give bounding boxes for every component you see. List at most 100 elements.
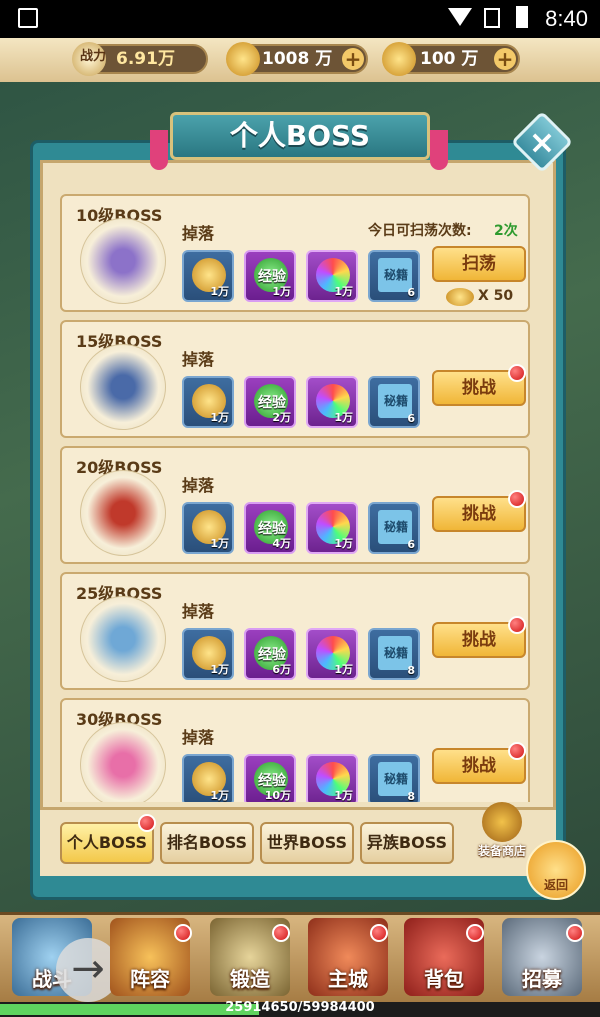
back-button[interactable]: 返回	[526, 840, 586, 900]
boss-row: 15级BOSS 掉落 1万 经验 2万 1万 秘籍 6 挑战	[60, 320, 530, 438]
notification-dot	[272, 924, 290, 942]
nav-lineup-label: 阵容	[130, 967, 170, 991]
battery-icon	[516, 6, 528, 28]
nav-recruit-label: 招募	[522, 967, 562, 991]
boss-row: 10级BOSS 掉落 今日可扫荡次数: 2次 1万 经验 1万 1万 秘籍 6 扫荡…	[60, 194, 530, 312]
image-notification-icon	[18, 8, 38, 28]
ingot-value: 100 万	[420, 49, 479, 69]
drop-label: 掉落	[182, 602, 215, 621]
boss-portrait	[80, 344, 166, 430]
notification-dot	[508, 364, 526, 382]
exp-reward[interactable]: 经验 6万	[244, 628, 296, 680]
book-label: 秘籍	[383, 520, 408, 534]
drop-label: 掉落	[182, 728, 215, 747]
book-reward[interactable]: 秘籍 8	[368, 754, 420, 802]
book-label: 秘籍	[383, 646, 408, 660]
coin-reward[interactable]: 1万	[182, 502, 234, 554]
notification-dot	[508, 490, 526, 508]
nav-main-city-label: 主城	[328, 967, 368, 991]
reward-count: 8	[407, 790, 415, 802]
reward-count: 1万	[334, 411, 353, 424]
exp-progress-text: 25914650/59984400	[225, 1000, 375, 1015]
exp-reward[interactable]: 经验 10万	[244, 754, 296, 802]
reward-count: 2万	[272, 411, 291, 424]
gold-value: 1008 万	[262, 49, 333, 69]
power-value: 6.91万	[116, 49, 175, 69]
gold-ingot-icon	[226, 42, 260, 76]
exp-reward[interactable]: 经验 1万	[244, 250, 296, 302]
close-icon: ×	[528, 123, 556, 161]
reward-count: 4万	[272, 537, 291, 550]
reward-count: 6	[407, 412, 415, 425]
add-ingot-button[interactable]: +	[494, 48, 516, 70]
add-gold-button[interactable]: +	[342, 48, 364, 70]
tab-ranking-boss[interactable]: 排名BOSS	[160, 822, 254, 864]
boss-row: 30级BOSS 掉落 1万 经验 10万 1万 秘籍 8 挑战	[60, 698, 530, 802]
reward-count: 1万	[334, 663, 353, 676]
book-reward[interactable]: 秘籍 8	[368, 628, 420, 680]
reward-count: 1万	[210, 663, 229, 676]
reward-count: 1万	[210, 537, 229, 550]
tab-world-boss[interactable]: 世界BOSS	[260, 822, 354, 864]
scan-count-label: 今日可扫荡次数:	[368, 223, 472, 239]
back-label: 返回	[543, 878, 568, 892]
coin-reward[interactable]: 1万	[182, 250, 234, 302]
gem-reward[interactable]: 1万	[306, 250, 358, 302]
reward-count: 1万	[210, 411, 229, 424]
book-reward[interactable]: 秘籍 6	[368, 502, 420, 554]
notification-dot	[466, 924, 484, 942]
book-label: 秘籍	[383, 268, 408, 282]
book-reward[interactable]: 秘籍 6	[368, 376, 420, 428]
gem-reward[interactable]: 1万	[306, 502, 358, 554]
scan-count-value: 2次	[494, 223, 518, 239]
crossed-swords-icon	[482, 802, 522, 842]
gem-reward[interactable]: 1万	[306, 376, 358, 428]
book-label: 秘籍	[383, 772, 408, 786]
reward-count: 1万	[334, 789, 353, 802]
book-label: 秘籍	[383, 394, 408, 408]
gem-reward[interactable]: 1万	[306, 628, 358, 680]
power-display: 战力 6.91万	[72, 42, 208, 76]
coin-reward[interactable]: 1万	[182, 376, 234, 428]
status-time: 8:40	[545, 6, 588, 31]
reward-count: 1万	[272, 285, 291, 298]
nav-backpack-label: 背包	[424, 967, 464, 991]
coin-reward[interactable]: 1万	[182, 628, 234, 680]
reward-count: 1万	[210, 285, 229, 298]
sweep-cost: X 50	[478, 288, 514, 304]
gold-display: 1008 万 +	[226, 42, 368, 76]
drop-label: 掉落	[182, 476, 215, 495]
reward-count: 1万	[334, 285, 353, 298]
exp-reward[interactable]: 经验 4万	[244, 502, 296, 554]
ingot-display: 100 万 +	[382, 42, 520, 76]
wifi-icon	[448, 8, 472, 26]
book-reward[interactable]: 秘籍 6	[368, 250, 420, 302]
gem-reward[interactable]: 1万	[306, 754, 358, 802]
status-bar: 8:40	[0, 0, 600, 38]
boss-portrait	[80, 470, 166, 556]
notification-dot	[370, 924, 388, 942]
coin-icon	[382, 42, 416, 76]
boss-portrait	[80, 218, 166, 304]
reward-count: 6	[407, 538, 415, 551]
reward-count: 6万	[272, 663, 291, 676]
exp-reward[interactable]: 经验 2万	[244, 376, 296, 428]
gold-ingot-icon	[446, 288, 474, 306]
drop-label: 掉落	[182, 224, 215, 243]
left-tassel-icon	[150, 130, 168, 170]
notification-dot	[508, 616, 526, 634]
boss-portrait	[80, 596, 166, 682]
coin-reward[interactable]: 1万	[182, 754, 234, 802]
no-sim-icon	[484, 8, 500, 28]
notification-dot	[174, 924, 192, 942]
resource-bar: 战力 6.91万 1008 万 + 100 万 +	[0, 38, 600, 84]
boss-portrait	[80, 722, 166, 802]
reward-count: 1万	[334, 537, 353, 550]
boss-row-clip: 30级BOSS 掉落 1万 经验 10万 1万 秘籍 8 挑战	[60, 698, 530, 802]
reward-count: 10万	[264, 789, 291, 802]
notification-dot	[508, 742, 526, 760]
panel-title: 个人BOSS	[170, 112, 430, 160]
tab-foreign-boss[interactable]: 异族BOSS	[360, 822, 454, 864]
sweep-button[interactable]: 扫荡	[432, 246, 526, 282]
boss-row: 25级BOSS 掉落 1万 经验 6万 1万 秘籍 8 挑战	[60, 572, 530, 690]
